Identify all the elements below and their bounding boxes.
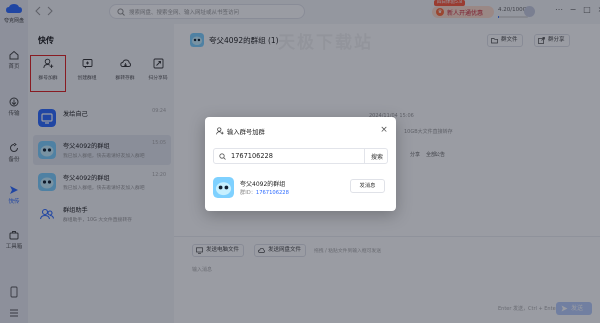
search-button[interactable]: 搜索 xyxy=(366,152,388,161)
join-group-dialog: 输入群号加群 × 1767106228 搜索 夸父4092的群组 群ID：176… xyxy=(205,117,396,211)
group-id-value: 1767106228 xyxy=(255,190,289,196)
group-avatar-icon xyxy=(213,177,234,198)
dialog-title: 输入群号加群 xyxy=(227,129,265,136)
group-id-input[interactable]: 1767106228 xyxy=(231,152,273,160)
search-result-item: 夸父4092的群组 群ID：1767106228 发消息 xyxy=(213,174,388,204)
search-icon xyxy=(219,153,226,160)
add-person-icon xyxy=(216,127,224,135)
close-icon[interactable]: × xyxy=(379,125,389,135)
group-id-label: 群ID： xyxy=(240,190,256,196)
group-id-search-field[interactable]: 1767106228 搜索 xyxy=(213,148,388,164)
result-group-name: 夸父4092的群组 xyxy=(240,181,286,188)
search-divider xyxy=(364,149,365,163)
result-group-id: 群ID：1767106228 xyxy=(240,189,289,196)
send-message-button[interactable]: 发消息 xyxy=(350,179,385,193)
